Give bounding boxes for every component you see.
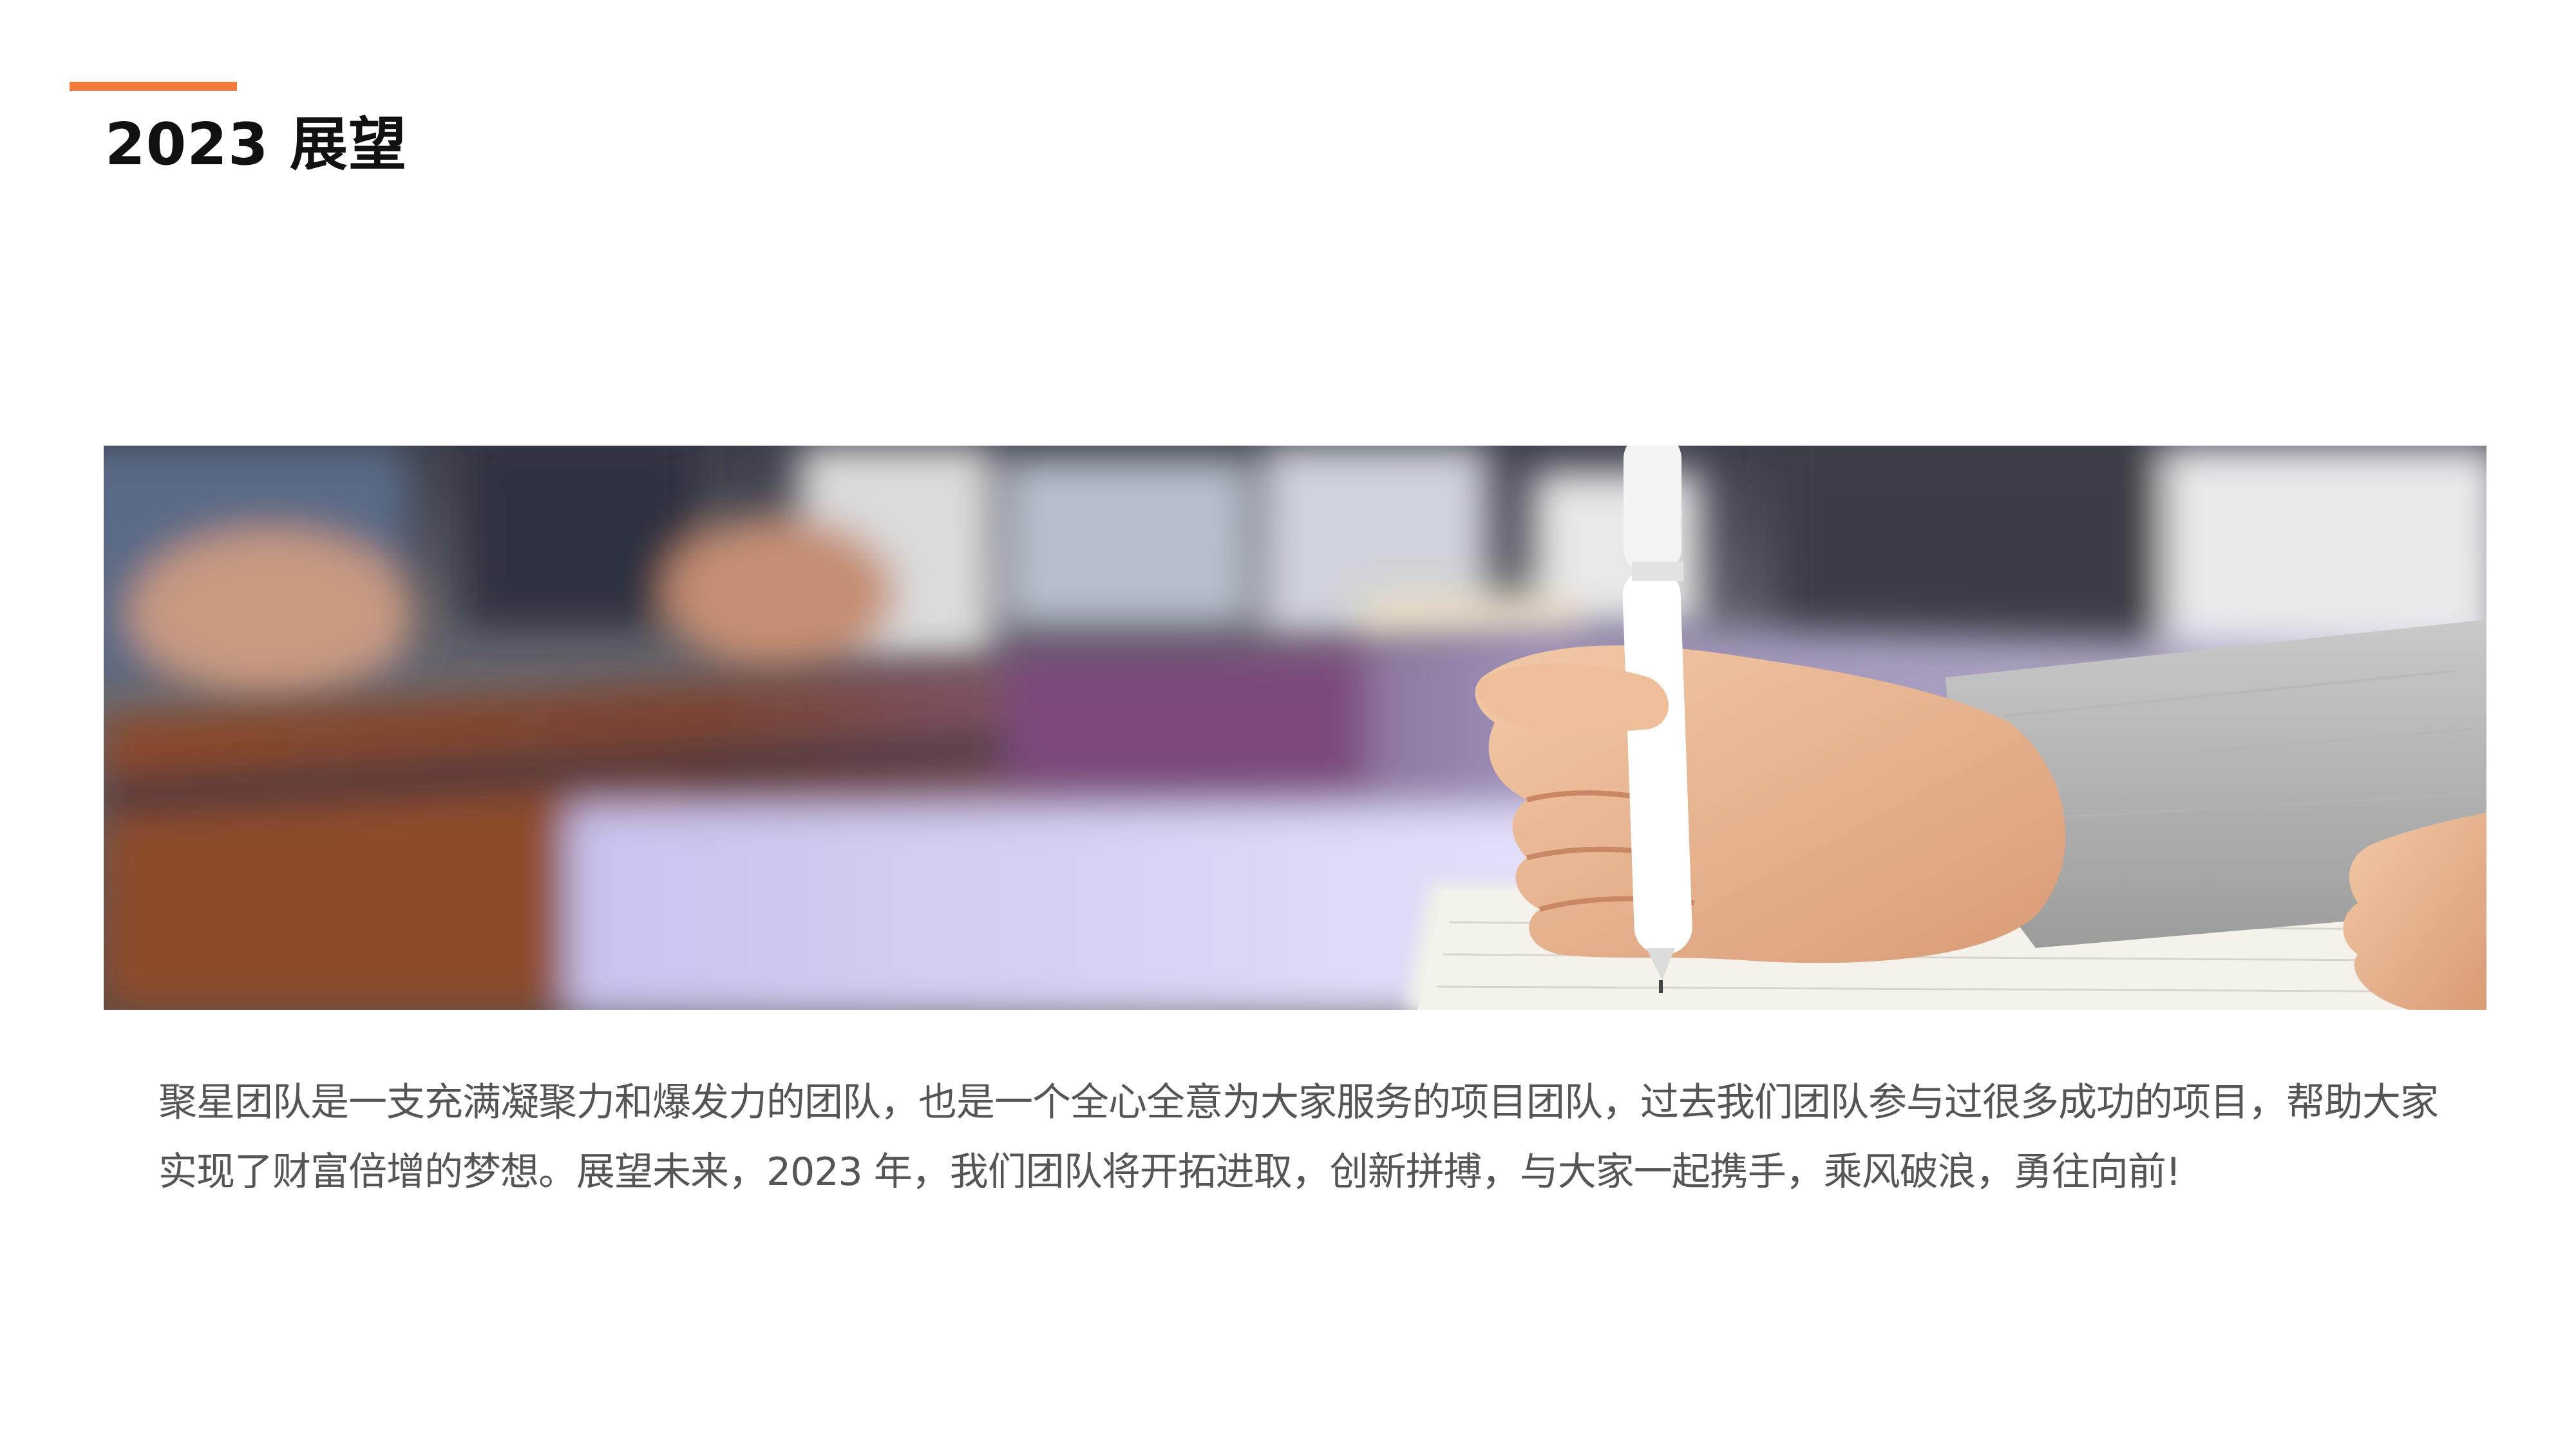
hand-writing-with-pen-photo: [104, 446, 2486, 1010]
body-paragraph: 聚星团队是一支充满凝聚力和爆发力的团队，也是一个全心全意为大家服务的项目团队，过…: [158, 1080, 2439, 1195]
title-accent-bar: [70, 82, 237, 91]
slide-title: 2023 展望: [105, 111, 407, 178]
